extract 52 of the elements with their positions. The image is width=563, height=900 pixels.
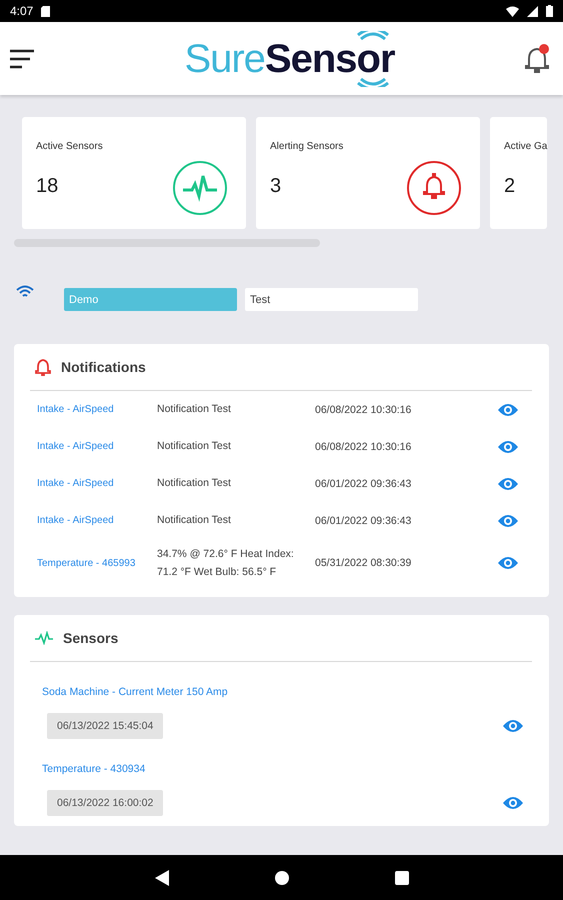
notification-time: 06/08/2022 10:30:16 bbox=[315, 440, 412, 452]
sensor-link[interactable]: Intake - AirSpeed bbox=[30, 441, 157, 452]
home-icon[interactable] bbox=[274, 870, 288, 884]
eye-icon[interactable] bbox=[497, 440, 519, 454]
bell-icon bbox=[35, 358, 51, 376]
bell-icon[interactable] bbox=[524, 44, 551, 74]
wifi-icon bbox=[506, 6, 519, 16]
notification-time: 05/31/2022 08:30:39 bbox=[315, 557, 412, 569]
sensor-link[interactable]: Soda Machine - Current Meter 150 Amp bbox=[42, 686, 228, 698]
signal-icon bbox=[527, 6, 538, 16]
eye-icon[interactable] bbox=[502, 796, 524, 810]
sensor-link[interactable]: Intake - AirSpeed bbox=[30, 404, 157, 415]
sensor-link[interactable]: Temperature - 465993 bbox=[30, 558, 157, 568]
menu-icon[interactable] bbox=[10, 48, 34, 68]
logo: SureSensor bbox=[184, 28, 395, 90]
notification-message: Notification Test bbox=[157, 476, 232, 492]
notification-time: 06/01/2022 09:36:43 bbox=[315, 514, 412, 526]
status-time: 4:07 bbox=[10, 4, 34, 18]
notification-message: Notification Test bbox=[157, 513, 232, 528]
notification-message: Notification Test bbox=[157, 402, 232, 418]
pulse-icon bbox=[172, 160, 228, 216]
bell-icon bbox=[406, 160, 462, 216]
timestamp-chip: 06/13/2022 15:45:04 bbox=[47, 713, 164, 739]
eye-icon[interactable] bbox=[497, 556, 519, 570]
recents-icon[interactable] bbox=[394, 870, 408, 884]
tab[interactable]: Demo bbox=[64, 288, 237, 311]
sensor-link[interactable]: Intake - AirSpeed bbox=[30, 515, 157, 526]
stat-label: Alerting Sensors bbox=[270, 141, 344, 152]
stat-value: 3 bbox=[270, 175, 282, 198]
battery-icon bbox=[546, 5, 553, 17]
tab[interactable]: Test bbox=[245, 288, 418, 311]
stat-value: 2 bbox=[504, 175, 516, 198]
stat-label: Active Sensors bbox=[36, 141, 104, 152]
notification-message: 34.7% @ 72.6° F Heat Index: 71.2 °F Wet Bulb: 56.5° F bbox=[157, 546, 295, 580]
notification-message: Notification Test bbox=[157, 439, 232, 454]
sensor-link[interactable]: Intake - AirSpeed bbox=[30, 478, 157, 489]
eye-icon[interactable] bbox=[502, 719, 524, 733]
timestamp-chip: 06/13/2022 16:00:02 bbox=[47, 790, 164, 816]
notification-time: 06/01/2022 09:36:43 bbox=[315, 478, 412, 490]
stat-value: 18 bbox=[36, 175, 60, 198]
eye-icon[interactable] bbox=[497, 514, 519, 528]
eye-icon[interactable] bbox=[497, 402, 519, 416]
back-icon[interactable] bbox=[154, 870, 168, 886]
sensor-link[interactable]: Temperature - 430934 bbox=[42, 763, 146, 775]
notification-time: 06/08/2022 10:30:16 bbox=[315, 404, 412, 416]
pulse-icon bbox=[35, 631, 53, 645]
card-title: Sensors bbox=[63, 630, 118, 646]
stat-label: Active Ga bbox=[504, 141, 548, 152]
card-title: Notifications bbox=[61, 359, 146, 375]
eye-icon[interactable] bbox=[497, 476, 519, 490]
wifi-icon bbox=[16, 285, 34, 299]
sd-card-icon bbox=[41, 6, 50, 16]
